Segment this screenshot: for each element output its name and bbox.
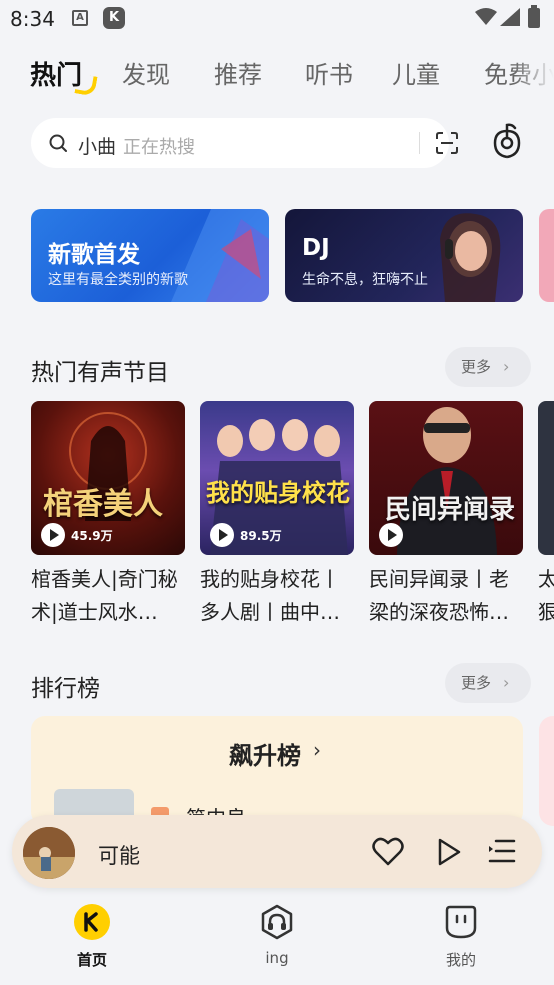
audio-cover[interactable]: 棺香美人 45.9万	[31, 401, 185, 555]
tab-recommend[interactable]: 推荐	[214, 55, 262, 90]
cover-art-title: 棺香美人	[43, 487, 163, 522]
status-time: 8:34	[10, 7, 55, 31]
search-input[interactable]: 小曲 正在热搜	[31, 118, 458, 168]
audio-cover[interactable]: 我的贴身校花 89.5万	[200, 401, 354, 555]
headphones-icon	[261, 904, 293, 940]
audio-title[interactable]: 棺香美人|奇门秘术|道士风水…	[31, 563, 189, 629]
category-tabs: 热门 发现 推荐 听书 儿童 免费小	[0, 38, 554, 106]
ranking-card-rising[interactable]: 飙升榜 › 简中良	[31, 716, 523, 830]
search-divider	[419, 132, 420, 154]
scan-icon[interactable]	[435, 131, 459, 155]
signal-icon	[500, 8, 520, 26]
active-tab-indicator	[74, 73, 98, 97]
more-label: 更多	[461, 358, 492, 376]
play-icon	[41, 523, 65, 547]
ranking-card-title: 飙升榜	[229, 742, 301, 770]
play-icon	[210, 523, 234, 547]
section-title-ranking: 排行榜	[31, 676, 100, 702]
play-count-pill: 45.9万	[37, 523, 113, 547]
chevron-right-icon: ›	[503, 357, 510, 376]
play-count: 45.9万	[71, 529, 113, 543]
play-count: 89.5万	[240, 529, 282, 543]
tabs-fade	[514, 38, 554, 106]
profile-face-icon	[445, 905, 477, 939]
battery-icon	[528, 5, 540, 28]
audio-title[interactable]: 太狠	[538, 563, 554, 629]
now-playing-title: 可能	[98, 844, 140, 868]
wifi-icon	[475, 8, 497, 25]
cover-art-title: 我的贴身校花	[206, 479, 350, 507]
cover-art-title: 民间异闻录	[385, 495, 516, 525]
banner-new-songs[interactable]: 新歌首发 这里有最全类别的新歌	[31, 209, 269, 302]
recognize-music-icon[interactable]	[490, 121, 524, 161]
play-icon	[379, 523, 403, 547]
search-hint: 正在热搜	[123, 137, 195, 158]
search-icon	[49, 134, 67, 152]
play-count-pill: 89.5万	[206, 523, 282, 547]
banner-title: DJ	[302, 235, 330, 261]
play-count-pill	[375, 523, 403, 547]
tab-kids[interactable]: 儿童	[392, 55, 440, 90]
ranking-card-next[interactable]	[539, 716, 554, 826]
audio-title[interactable]: 民间异闻录丨老梁的深夜恐怖…	[369, 563, 527, 629]
tab-audiobook[interactable]: 听书	[305, 55, 353, 90]
nav-me[interactable]: 我的	[401, 904, 521, 969]
section-title-audio: 热门有声节目	[31, 360, 169, 386]
play-icon[interactable]	[436, 837, 462, 867]
nav-label: ing	[265, 949, 289, 967]
heart-icon[interactable]	[372, 836, 404, 866]
nav-label: 我的	[445, 951, 476, 969]
chevron-right-icon: ›	[313, 738, 321, 762]
audio-cover[interactable]: 民间异闻录	[369, 401, 523, 555]
mini-player[interactable]: 可能	[12, 815, 542, 888]
status-bar: 8:34 A K	[0, 0, 554, 38]
banner-dj[interactable]: DJ 生命不息，狂嗨不止	[285, 209, 523, 302]
nav-label: 首页	[76, 951, 107, 969]
search-keyword: 小曲	[78, 136, 117, 158]
audio-more-button[interactable]: 更多 ›	[445, 347, 531, 387]
tab-hot[interactable]: 热门	[30, 55, 82, 92]
playlist-icon[interactable]	[488, 838, 516, 864]
home-k-icon	[74, 904, 110, 940]
banner-next[interactable]	[539, 209, 554, 302]
nav-home[interactable]: 首页	[32, 904, 152, 969]
album-art	[23, 827, 75, 879]
chevron-right-icon: ›	[503, 673, 510, 692]
more-label: 更多	[461, 674, 492, 692]
search-row: 小曲 正在热搜	[0, 106, 554, 182]
audio-cover[interactable]	[538, 401, 554, 555]
banner-title: 新歌首发	[48, 242, 140, 268]
bottom-nav: 首页 ing 我的	[0, 890, 554, 985]
notification-a-icon: A	[72, 10, 88, 26]
album-art-image	[23, 827, 75, 879]
banner-art	[440, 213, 501, 302]
notification-k-icon: K	[103, 7, 125, 29]
banner-subtitle: 这里有最全类别的新歌	[48, 272, 188, 288]
audio-title[interactable]: 我的贴身校花丨多人剧丨曲中…	[200, 563, 358, 629]
ranking-more-button[interactable]: 更多 ›	[445, 663, 531, 703]
banner-subtitle: 生命不息，狂嗨不止	[302, 272, 428, 288]
nav-ing[interactable]: ing	[217, 904, 337, 967]
tab-discover[interactable]: 发现	[122, 55, 170, 90]
